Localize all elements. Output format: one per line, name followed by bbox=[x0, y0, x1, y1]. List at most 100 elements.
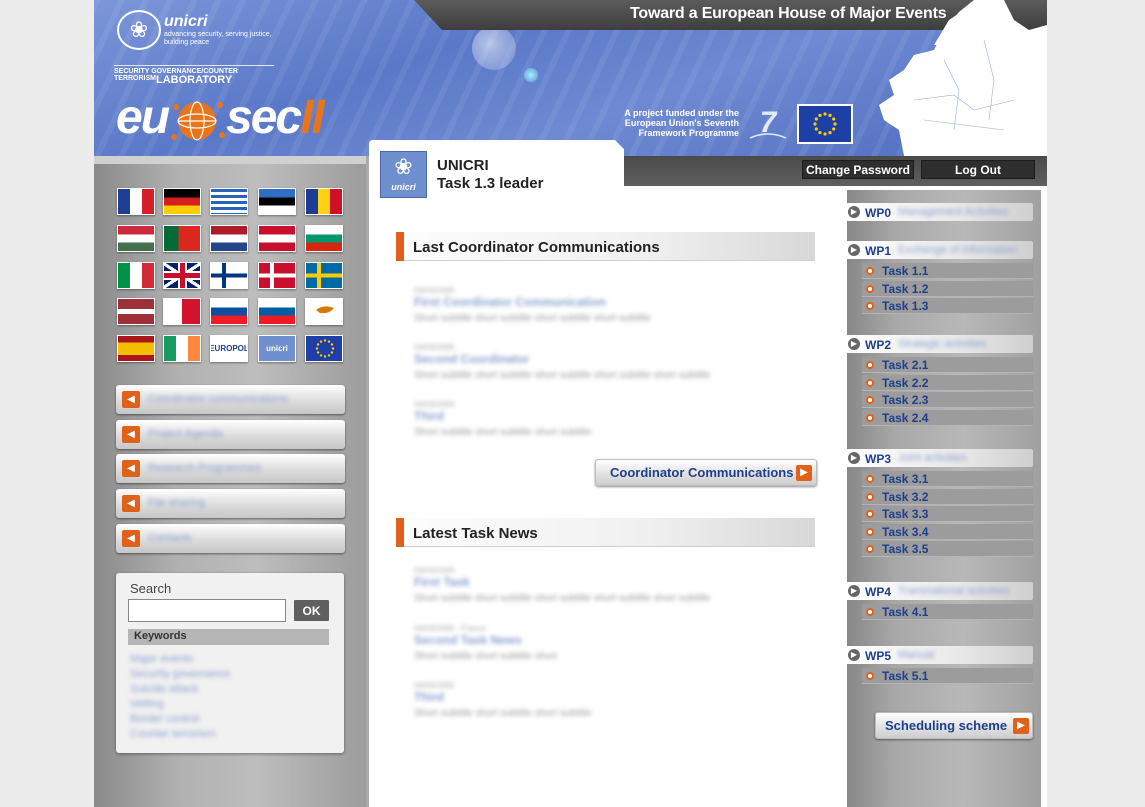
flag-greece-icon[interactable] bbox=[210, 188, 248, 215]
flag-finland-icon[interactable] bbox=[210, 262, 248, 289]
task-item[interactable]: Task 1.1 bbox=[862, 263, 1033, 279]
left-nav-button[interactable]: ◀ Coordinator communications bbox=[116, 385, 345, 414]
task-item[interactable]: Task 1.3 bbox=[862, 298, 1033, 314]
left-nav-button[interactable]: ◀ File sharing bbox=[116, 489, 345, 518]
flag-italy-icon[interactable] bbox=[117, 262, 155, 289]
task-item[interactable]: Task 2.3 bbox=[862, 392, 1033, 408]
work-package-wp4[interactable]: ▶ WP4 Transnational activities bbox=[846, 582, 1033, 600]
item-title-link[interactable]: Third bbox=[414, 690, 444, 704]
search-ok-button[interactable]: OK bbox=[294, 600, 329, 621]
funding-text: A project funded under the European Unio… bbox=[624, 108, 739, 138]
flag-europol-icon[interactable]: EUROPOL bbox=[210, 335, 248, 362]
flag-hungary-icon[interactable] bbox=[117, 225, 155, 252]
item-subtitle: Short subtitle short subtitle short subt… bbox=[414, 708, 592, 719]
logo-laboratory: LABORATORY bbox=[156, 74, 233, 86]
flag-romania-icon[interactable] bbox=[305, 188, 343, 215]
task-item[interactable]: Task 3.4 bbox=[862, 523, 1033, 540]
log-out-button[interactable]: Log Out bbox=[921, 160, 1035, 179]
flag-european-union-icon[interactable] bbox=[305, 335, 343, 362]
task-label: Task 3.5 bbox=[882, 542, 929, 556]
work-package-wp0[interactable]: ▶ WP0 Management Activities bbox=[846, 203, 1033, 221]
flag-slovakia-icon[interactable] bbox=[210, 298, 248, 325]
flag-spain-icon[interactable] bbox=[117, 335, 155, 362]
keyword-link[interactable]: Major events bbox=[130, 653, 193, 665]
flag-cyprus-icon[interactable] bbox=[305, 298, 343, 325]
flag-slovenia-icon[interactable] bbox=[258, 298, 296, 325]
keyword-link[interactable]: Security governance bbox=[130, 668, 230, 680]
flag-france-icon[interactable] bbox=[117, 188, 155, 215]
task-label: Task 3.2 bbox=[882, 489, 929, 504]
un-emblem-small-icon: ❀ bbox=[394, 154, 413, 179]
task-item[interactable]: Task 3.5 bbox=[862, 541, 1033, 557]
search-panel: Search OK Keywords Major events Security … bbox=[116, 573, 344, 753]
keyword-link[interactable]: Counter terrorism bbox=[130, 728, 216, 740]
item-title-link[interactable]: Second Coordinator bbox=[414, 352, 529, 366]
globe-icon bbox=[168, 97, 226, 143]
task-label: Task 3.3 bbox=[882, 507, 929, 521]
bullet-icon bbox=[866, 378, 874, 387]
task-item[interactable]: Task 2.4 bbox=[862, 409, 1033, 426]
flag-unicri-icon[interactable]: unicri bbox=[258, 335, 296, 362]
keyword-link[interactable]: Border control bbox=[130, 713, 199, 725]
search-input[interactable] bbox=[128, 599, 286, 622]
work-package-name: Strategic activities bbox=[898, 338, 987, 350]
flag-sweden-icon[interactable] bbox=[305, 262, 343, 289]
flag-ireland-icon[interactable] bbox=[163, 335, 201, 362]
work-package-code: WP4 bbox=[865, 585, 892, 599]
work-package-wp1[interactable]: ▶ WP1 Exchange of information bbox=[846, 241, 1033, 259]
item-title-link[interactable]: Third bbox=[414, 409, 444, 423]
task-item[interactable]: Task 5.1 bbox=[862, 668, 1033, 684]
task-item[interactable]: Task 1.2 bbox=[862, 280, 1033, 297]
keyword-link[interactable]: Suicide attack bbox=[130, 683, 198, 695]
left-nav-button[interactable]: ◀ Contacts bbox=[116, 524, 345, 553]
change-password-button[interactable]: Change Password bbox=[802, 160, 914, 179]
task-item[interactable]: Task 3.1 bbox=[862, 471, 1033, 487]
item-date: 04/03/2009 bbox=[414, 400, 455, 409]
keyword-link[interactable]: Vetting bbox=[130, 698, 164, 710]
left-nav-label: File sharing bbox=[148, 497, 205, 509]
flag-bulgaria-icon[interactable] bbox=[305, 225, 343, 252]
brand-eu: eu bbox=[116, 91, 170, 144]
flag-denmark-icon[interactable] bbox=[258, 262, 296, 289]
flag-netherlands-icon[interactable] bbox=[210, 225, 248, 252]
flag-portugal-icon[interactable] bbox=[163, 225, 201, 252]
work-package-wp3[interactable]: ▶ WP3 Joint activities bbox=[846, 449, 1033, 467]
task-item[interactable]: Task 3.2 bbox=[862, 488, 1033, 505]
left-nav-label: Research Programmes bbox=[148, 462, 262, 474]
flag-malta-icon[interactable] bbox=[163, 298, 201, 325]
work-package-code: WP5 bbox=[865, 649, 892, 663]
arrow-left-icon: ◀ bbox=[122, 426, 140, 443]
keywords-heading: Keywords bbox=[128, 629, 329, 645]
logo-tagline: advancing security, serving justice, bui… bbox=[164, 31, 272, 46]
flag-austria-icon[interactable] bbox=[258, 225, 296, 252]
flag-estonia-icon[interactable] bbox=[258, 188, 296, 215]
coordinator-section-heading: Last Coordinator Communications bbox=[396, 232, 815, 261]
item-title-link[interactable]: First Coordinator Communication bbox=[414, 295, 606, 309]
fp7-logo-icon: 7 bbox=[746, 104, 790, 144]
flag-germany-icon[interactable] bbox=[163, 188, 201, 215]
item-title-link[interactable]: First Task bbox=[414, 575, 470, 589]
arrow-left-icon: ◀ bbox=[122, 460, 140, 477]
task-item[interactable]: Task 2.2 bbox=[862, 374, 1033, 391]
scheduling-scheme-button[interactable]: Scheduling scheme ▶ bbox=[875, 712, 1033, 739]
left-nav-button[interactable]: ◀ Research Programmes bbox=[116, 454, 345, 483]
task-item[interactable]: Task 3.3 bbox=[862, 506, 1033, 522]
task-item[interactable]: Task 2.1 bbox=[862, 357, 1033, 373]
left-nav-button[interactable]: ◀ Project Agenda bbox=[116, 420, 345, 449]
item-subtitle: Short subtitle short subtitle short bbox=[414, 651, 557, 662]
scheduling-scheme-label: Scheduling scheme bbox=[885, 718, 1008, 733]
flag-united-kingdom-icon[interactable] bbox=[163, 262, 201, 289]
coordinator-communications-button[interactable]: Coordinator Communications ▶ bbox=[595, 459, 817, 486]
work-package-wp5[interactable]: ▶ WP5 Manual bbox=[846, 646, 1033, 664]
work-package-code: WP0 bbox=[865, 206, 892, 220]
item-title-link[interactable]: Second Task News bbox=[414, 633, 522, 647]
flag-europol-label: EUROPOL bbox=[210, 344, 248, 353]
work-package-wp2[interactable]: ▶ WP2 Strategic activities bbox=[846, 335, 1033, 353]
news-heading-text: Latest Task News bbox=[413, 525, 538, 542]
item-subtitle: Short subtitle short subtitle short subt… bbox=[414, 313, 651, 324]
bullet-icon bbox=[866, 545, 874, 553]
logo-name: unicri bbox=[164, 13, 208, 30]
brand-sec: sec bbox=[226, 91, 302, 144]
task-item[interactable]: Task 4.1 bbox=[862, 604, 1033, 620]
flag-latvia-icon[interactable] bbox=[117, 298, 155, 325]
